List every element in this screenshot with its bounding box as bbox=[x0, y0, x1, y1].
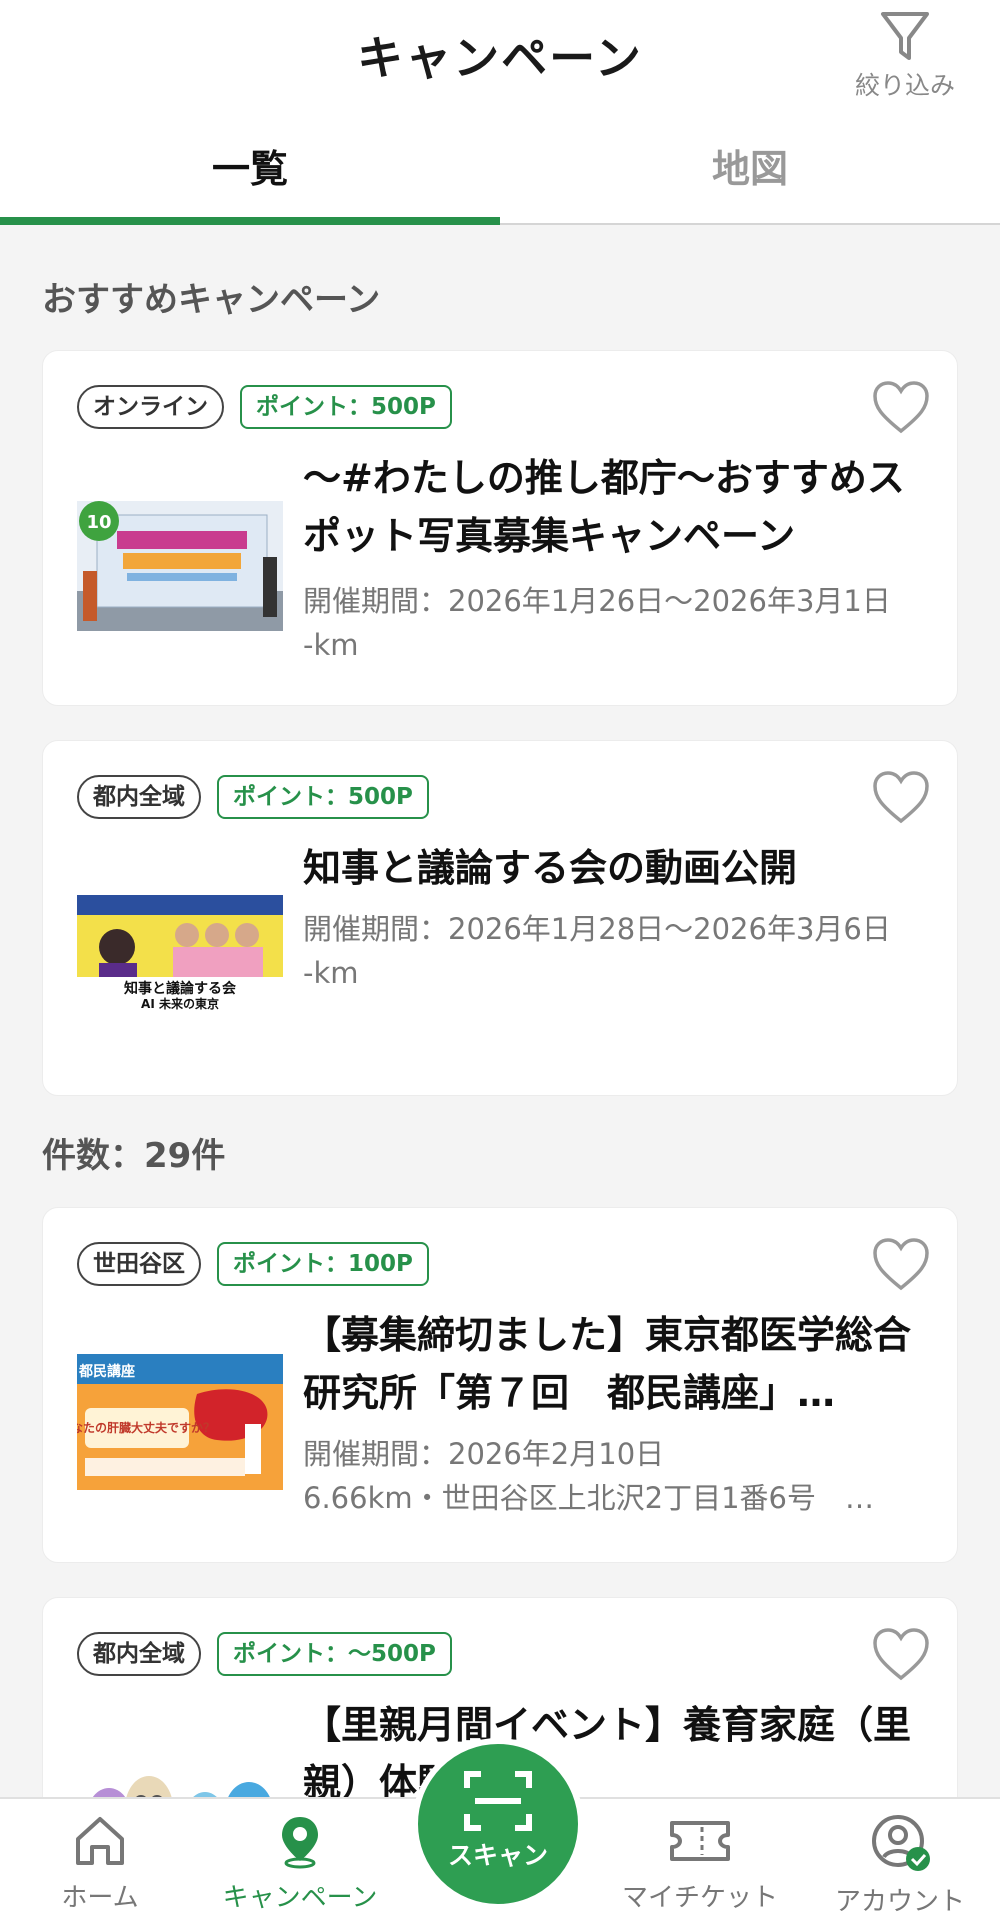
campaign-period: 開催期間：2026年1月26日〜2026年3月1日 bbox=[303, 584, 891, 618]
filter-icon bbox=[881, 12, 929, 60]
favorite-heart-icon[interactable] bbox=[871, 379, 931, 435]
filter-label: 絞り込み bbox=[854, 71, 955, 100]
points-tag: ポイント：〜500P bbox=[217, 1632, 452, 1676]
campaign-card[interactable]: 世田谷区 ポイント：100P 都民講座 あなたの肝臓大丈夫ですか？ 【募集締切ま… bbox=[42, 1207, 958, 1563]
points-tag: ポイント：100P bbox=[217, 1242, 429, 1286]
scan-icon bbox=[464, 1771, 532, 1831]
nav-home-label: ホーム bbox=[61, 1883, 139, 1913]
map-pin-icon bbox=[282, 1817, 318, 1869]
scan-label: スキャン bbox=[447, 1841, 548, 1870]
thumb-badge: AI 未来の東京 bbox=[141, 996, 219, 1011]
campaign-title: 〜#わたしの推し都庁〜おすすめスポット写真募集キャンペーン bbox=[303, 456, 905, 558]
result-count: 件数：29件 bbox=[42, 1136, 226, 1176]
filter-button[interactable]: 絞り込み bbox=[830, 8, 980, 102]
thumb-badge: 10 bbox=[86, 512, 111, 533]
campaign-thumbnail: 10 bbox=[77, 501, 283, 631]
thumb-badge: 都民講座 bbox=[78, 1363, 135, 1380]
tab-list[interactable]: 一覧 bbox=[0, 120, 500, 225]
home-icon bbox=[76, 1817, 124, 1865]
area-tag: オンライン bbox=[77, 385, 224, 429]
area-tag: 世田谷区 bbox=[77, 1242, 201, 1286]
nav-home[interactable]: ホーム bbox=[0, 1799, 200, 1914]
favorite-heart-icon[interactable] bbox=[871, 1626, 931, 1682]
favorite-heart-icon[interactable] bbox=[871, 1236, 931, 1292]
campaign-title: 知事と議論する会の動画公開 bbox=[303, 846, 798, 890]
scan-button[interactable]: スキャン bbox=[412, 1738, 584, 1910]
campaign-distance: -km bbox=[303, 956, 359, 990]
points-tag: ポイント：500P bbox=[240, 385, 452, 429]
campaign-thumbnail: 都民講座 あなたの肝臓大丈夫ですか？ bbox=[77, 1354, 283, 1490]
nav-ticket-label: マイチケット bbox=[621, 1883, 778, 1913]
campaign-period: 開催期間：2026年1月28日〜2026年3月6日 bbox=[303, 912, 891, 946]
campaign-card[interactable]: 都内全域 ポイント：500P 知事と議論する会 AI 未来の東京 知事と議論する… bbox=[42, 740, 958, 1096]
points-tag: ポイント：500P bbox=[217, 775, 429, 819]
header: キャンペーン 絞り込み bbox=[0, 0, 1000, 120]
campaign-meta: 開催期間：2026年2月10日 6.66km・世田谷区上北沢2丁目1番6号 … bbox=[303, 1432, 939, 1520]
campaign-meta: 開催期間：2026年1月26日〜2026年3月1日 -km bbox=[303, 579, 939, 667]
campaign-distance: -km bbox=[303, 628, 359, 662]
recommended-heading: おすすめキャンペーン bbox=[42, 280, 381, 320]
account-icon bbox=[872, 1815, 930, 1871]
ticket-icon bbox=[670, 1821, 730, 1861]
active-tab-indicator bbox=[0, 217, 500, 225]
tab-bar: 一覧 地図 bbox=[0, 120, 1000, 225]
campaign-thumbnail: 知事と議論する会 AI 未来の東京 bbox=[77, 895, 283, 1011]
campaign-meta: 開催期間：2026年1月28日〜2026年3月6日 -km bbox=[303, 907, 939, 995]
favorite-heart-icon[interactable] bbox=[871, 769, 931, 825]
thumb-title: あなたの肝臓大丈夫ですか？ bbox=[77, 1420, 215, 1435]
nav-account[interactable]: アカウント bbox=[800, 1799, 1000, 1918]
nav-campaign-label: キャンペーン bbox=[222, 1883, 378, 1913]
campaign-card[interactable]: オンライン ポイント：500P 10 〜#わたしの推し都庁〜おすすめスポット写真… bbox=[42, 350, 958, 706]
nav-campaign[interactable]: キャンペーン bbox=[200, 1799, 400, 1914]
area-tag: 都内全域 bbox=[77, 1632, 201, 1676]
area-tag: 都内全域 bbox=[77, 775, 201, 819]
campaign-title: 【募集締切ました】東京都医学総合研究所「第７回 都民講座」… bbox=[303, 1313, 912, 1415]
nav-account-label: アカウント bbox=[834, 1887, 965, 1917]
thumb-title: 知事と議論する会 bbox=[124, 980, 237, 997]
campaign-title: 【里親月間イベント】養育家庭（里親）体験発表会 bbox=[303, 1703, 912, 1805]
campaign-address: 6.66km・世田谷区上北沢2丁目1番6号 … bbox=[303, 1481, 874, 1515]
tab-map[interactable]: 地図 bbox=[500, 120, 1000, 225]
nav-ticket[interactable]: マイチケット bbox=[600, 1799, 800, 1914]
campaign-period: 開催期間：2026年2月10日 bbox=[303, 1437, 665, 1471]
